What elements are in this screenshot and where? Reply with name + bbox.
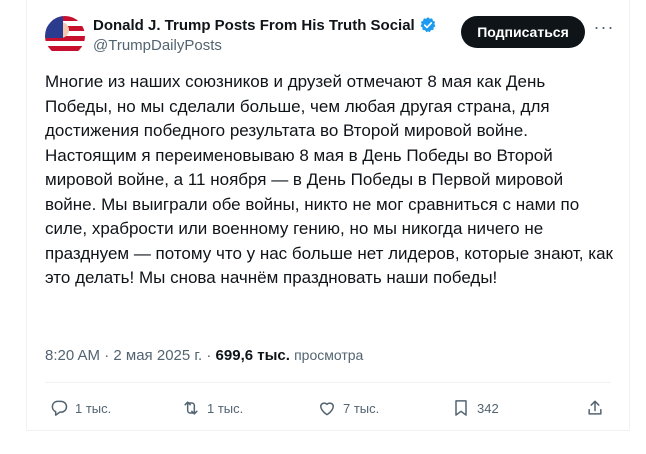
verified-badge-icon: [420, 17, 436, 33]
action-bar: 1 тыс. 1 тыс. 7 тыс. 342: [45, 394, 611, 422]
meta-separator: ·: [206, 347, 216, 364]
divider: [45, 382, 611, 383]
post-card: Donald J. Trump Posts From His Truth Soc…: [26, 0, 630, 431]
author-handle[interactable]: @TrumpDailyPosts: [93, 37, 222, 54]
more-options-icon[interactable]: ···: [593, 18, 615, 42]
heart-icon: [320, 402, 334, 416]
post-meta: 8:20 AM · 2 мая 2025 г. · 699,6 тыс. про…: [45, 347, 363, 364]
meta-separator: ·: [104, 347, 114, 364]
author-row: Donald J. Trump Posts From His Truth Soc…: [93, 16, 437, 34]
share-icon: [588, 400, 602, 415]
bookmark-count: 342: [477, 400, 499, 416]
share-button[interactable]: [585, 394, 611, 422]
repost-icon: [184, 401, 198, 415]
bookmark-button[interactable]: 342: [451, 394, 499, 422]
views-count: 699,6 тыс.: [215, 347, 290, 364]
post-date[interactable]: 2 мая 2025 г.: [113, 347, 202, 364]
repost-count: 1 тыс.: [207, 400, 244, 416]
subscribe-button[interactable]: Подписаться: [461, 16, 585, 48]
reply-button[interactable]: 1 тыс.: [49, 394, 111, 422]
like-count: 7 тыс.: [343, 400, 380, 416]
post-time[interactable]: 8:20 AM: [45, 347, 100, 364]
repost-button[interactable]: 1 тыс.: [181, 394, 243, 422]
avatar[interactable]: [45, 16, 85, 56]
author-name[interactable]: Donald J. Trump Posts From His Truth Soc…: [93, 17, 415, 34]
reply-icon: [51, 400, 68, 416]
reply-count: 1 тыс.: [75, 400, 112, 416]
like-button[interactable]: 7 тыс.: [317, 394, 379, 422]
bookmark-icon: [455, 400, 467, 416]
post-text: Многие из наших союзников и друзей отмеч…: [45, 72, 613, 287]
views-label: просмотра: [294, 347, 364, 363]
